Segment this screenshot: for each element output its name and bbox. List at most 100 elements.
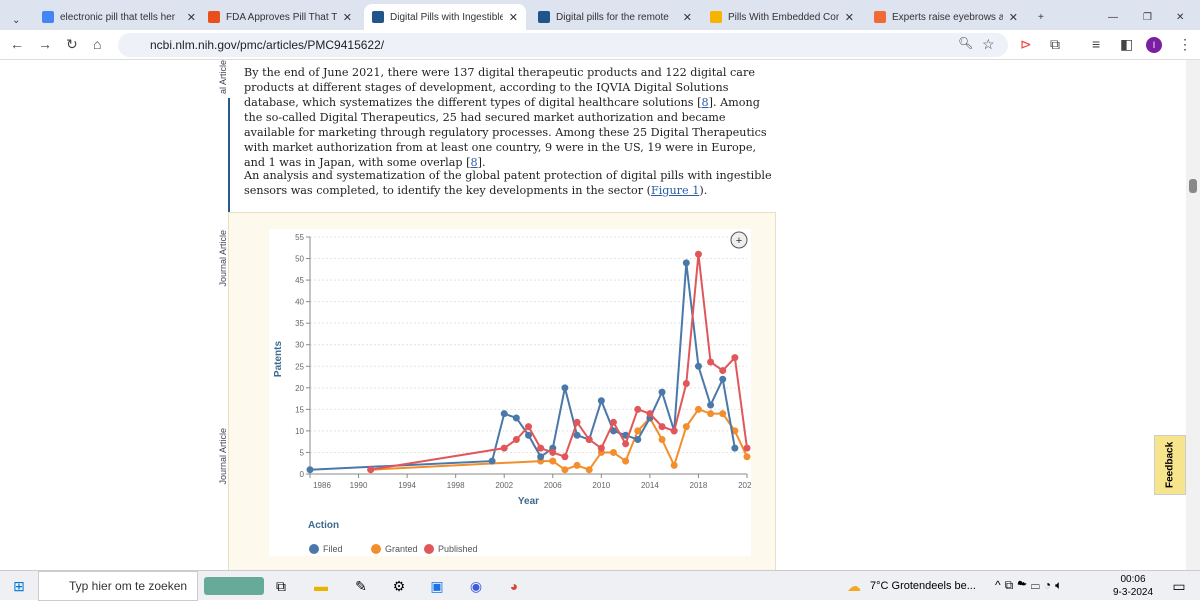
data-point-granted: [694, 405, 702, 413]
data-point-published: [585, 436, 593, 444]
scrollbar-thumb[interactable]: [1189, 179, 1197, 193]
x-tick-label: 2014: [641, 481, 659, 490]
windows-start-icon[interactable]: ⊞: [10, 577, 28, 595]
tab-close-icon[interactable]: ✕: [683, 11, 692, 24]
weather-text[interactable]: 7°C Grotendeels be...: [870, 580, 976, 592]
tab-close-icon[interactable]: ✕: [187, 11, 196, 24]
tab-favicon-icon: [42, 11, 54, 23]
data-point-published: [500, 444, 508, 452]
x-tick-label: 2002: [495, 481, 513, 490]
photos-icon[interactable]: ▣: [428, 577, 446, 595]
tab-title: Pills With Embedded Comp: [728, 11, 839, 23]
tab-title: electronic pill that tells her: [60, 11, 176, 23]
reading-list-icon[interactable]: ≡: [1092, 36, 1100, 52]
data-point-granted: [743, 453, 751, 461]
extension-icon[interactable]: ⊳: [1020, 36, 1032, 53]
settings-gear-icon[interactable]: ⚙: [390, 577, 408, 595]
feedback-button[interactable]: Feedback: [1154, 435, 1186, 495]
home-icon[interactable]: ⌂: [93, 36, 101, 52]
tab-bar: ⌄ electronic pill that tells her ✕ FDA App…: [0, 0, 1200, 30]
x-axis-title: Year: [518, 496, 539, 507]
data-point-published: [658, 423, 666, 431]
minimize-button[interactable]: —: [1100, 4, 1126, 30]
new-tab-button[interactable]: +: [1030, 4, 1052, 30]
citation-link[interactable]: 8: [701, 96, 708, 109]
browser-tab[interactable]: Experts raise eyebrows at ✕: [866, 4, 1026, 30]
app-icon[interactable]: ◉: [467, 577, 485, 595]
data-point-published: [634, 405, 642, 413]
search-highlight-image[interactable]: [204, 577, 264, 595]
system-tray-icons[interactable]: ^⧉☁▭◔🔈︎: [995, 578, 1066, 593]
task-view-icon[interactable]: ⧉: [272, 577, 290, 595]
menu-icon[interactable]: ⋮: [1178, 36, 1192, 53]
y-tick-label: 45: [295, 276, 304, 285]
tab-close-icon[interactable]: ✕: [343, 11, 352, 24]
data-point-granted: [561, 466, 569, 474]
close-window-button[interactable]: ✕: [1168, 4, 1192, 30]
data-point-filed: [658, 388, 666, 396]
reload-icon[interactable]: ↻: [66, 36, 78, 53]
bookmark-star-icon[interactable]: ☆: [982, 36, 995, 53]
browser-tab[interactable]: Pills With Embedded Comp ✕: [702, 4, 862, 30]
browser-tab[interactable]: Digital Pills with Ingestible ✕: [364, 4, 526, 30]
figure-1: 0 5 10 15 20 25 30 35 40 45 50 55 1986 1990 1994 1998 20…: [228, 212, 776, 570]
data-point-published: [743, 444, 751, 452]
x-tick-label: 1986: [313, 481, 331, 490]
file-explorer-icon[interactable]: ▬: [312, 577, 330, 595]
data-point-published: [731, 354, 739, 362]
paint-icon[interactable]: ✎: [352, 577, 370, 595]
browser-tab[interactable]: electronic pill that tells her ✕: [34, 4, 204, 30]
data-point-published: [682, 380, 690, 388]
data-point-published: [707, 358, 715, 366]
x-tick-label: 2006: [544, 481, 562, 490]
profile-avatar[interactable]: I: [1146, 37, 1162, 53]
data-point-filed: [573, 431, 581, 439]
zoom-in-icon: +: [736, 235, 742, 247]
side-label: al Article: [218, 60, 228, 95]
x-tick-label: 2022: [738, 481, 751, 490]
zoom-icon[interactable]: 🔍︎: [958, 36, 973, 50]
scrollbar[interactable]: [1186, 60, 1200, 570]
forward-icon[interactable]: →: [38, 36, 52, 52]
data-point-filed: [306, 466, 314, 474]
data-point-filed: [731, 444, 739, 452]
taskbar-search[interactable]: Typ hier om te zoeken: [38, 571, 198, 601]
data-point-published: [561, 453, 569, 461]
data-point-granted: [573, 461, 581, 469]
clock-date[interactable]: 9-3-2024: [1110, 587, 1156, 598]
tab-close-icon[interactable]: ✕: [1009, 11, 1018, 24]
maximize-button[interactable]: ❐: [1135, 4, 1160, 30]
chrome-icon[interactable]: ◕: [505, 577, 523, 595]
tab-favicon-icon: [208, 11, 220, 23]
figure-link[interactable]: Figure 1: [651, 184, 699, 197]
tab-title: Experts raise eyebrows at: [892, 11, 1003, 23]
paragraph-patent-analysis: An analysis and systematization of the g…: [244, 169, 772, 197]
data-point-granted: [549, 457, 557, 465]
y-tick-label: 55: [295, 233, 304, 242]
data-point-granted: [670, 461, 678, 469]
back-icon[interactable]: ←: [10, 36, 24, 52]
data-point-filed: [537, 453, 545, 461]
y-tick-label: 5: [300, 448, 305, 457]
y-axis-title: Patents: [273, 341, 284, 378]
tab-close-icon[interactable]: ✕: [845, 11, 854, 24]
browser-tab[interactable]: FDA Approves Pill That Tra ✕: [200, 4, 360, 30]
patents-chart: 0 5 10 15 20 25 30 35 40 45 50 55 1986 1990 1994 1998 20…: [273, 231, 756, 554]
data-point-published: [367, 466, 375, 474]
data-point-published: [573, 418, 581, 426]
data-point-filed: [500, 410, 508, 418]
notifications-icon[interactable]: ▭: [1170, 577, 1188, 595]
series-line-published: [370, 254, 748, 471]
clock-time[interactable]: 00:06: [1113, 574, 1153, 585]
data-point-filed: [694, 362, 702, 370]
weather-icon: ☁: [847, 578, 861, 594]
legend-label-filed: Filed: [323, 544, 343, 554]
url-input[interactable]: ncbi.nlm.nih.gov/pmc/articles/PMC9415622…: [118, 33, 1008, 57]
legend-label-published: Published: [438, 544, 478, 554]
data-point-granted: [622, 457, 630, 465]
tab-close-icon[interactable]: ✕: [509, 11, 518, 24]
side-panel-icon[interactable]: ◧: [1120, 36, 1133, 53]
y-tick-label: 10: [295, 427, 304, 436]
extensions-puzzle-icon[interactable]: ⧉: [1050, 36, 1060, 53]
browser-tab[interactable]: Digital pills for the remote ✕: [530, 4, 700, 30]
